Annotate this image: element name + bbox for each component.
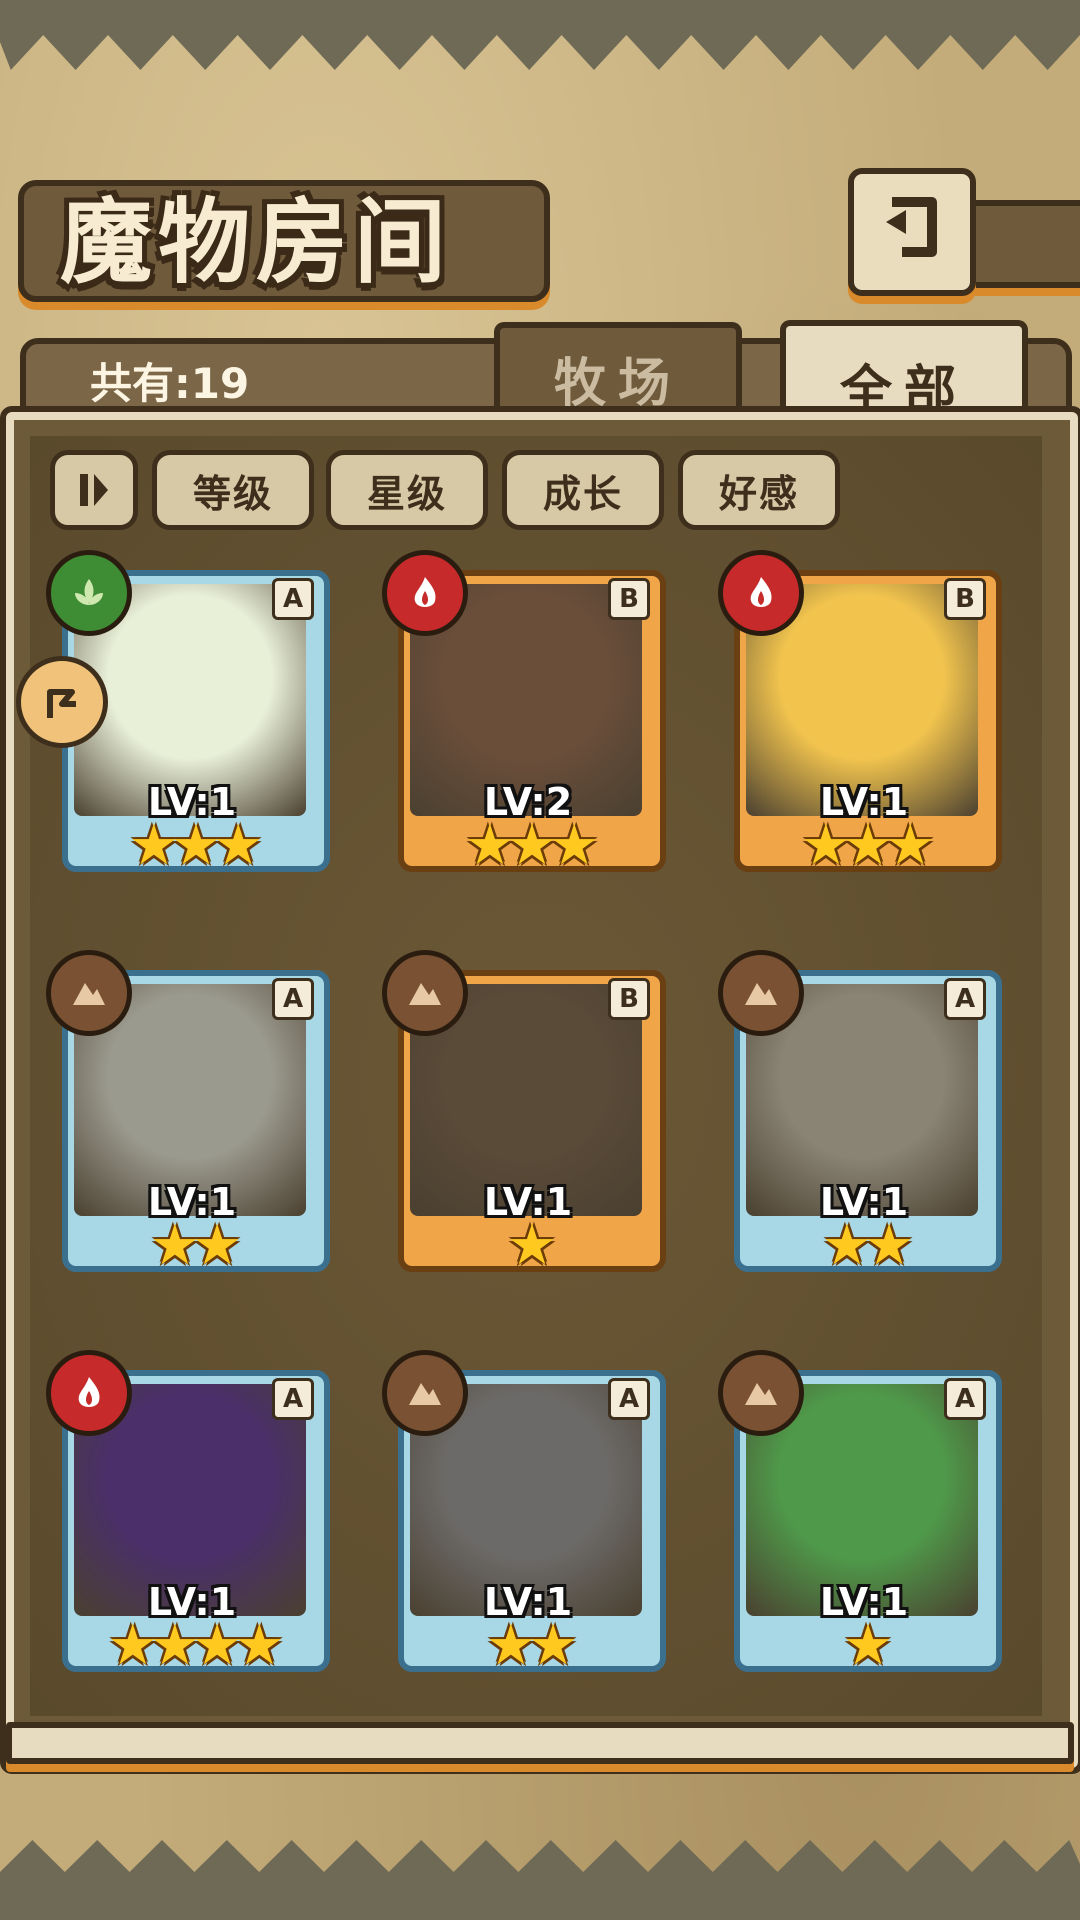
panel-bottom-rail bbox=[6, 1722, 1074, 1764]
filter-star-button[interactable]: 星级 bbox=[326, 450, 488, 530]
rank-badge: A bbox=[608, 1378, 650, 1420]
monster-card[interactable]: B LV:1 ★★★ bbox=[718, 550, 1004, 878]
earth-element-icon bbox=[718, 1350, 804, 1436]
rank-badge: A bbox=[944, 978, 986, 1020]
star-rating: ★ bbox=[506, 1213, 557, 1278]
monster-card[interactable]: B LV:1 ★ bbox=[382, 950, 668, 1278]
monster-card[interactable]: A LV:1 ★★ bbox=[382, 1350, 668, 1678]
filter-affection-button[interactable]: 好感 bbox=[678, 450, 840, 530]
back-button-rail bbox=[960, 200, 1080, 288]
star-rating: ★★★ bbox=[128, 813, 264, 878]
page-title: 魔物房间 bbox=[60, 188, 453, 296]
rank-badge: B bbox=[944, 578, 986, 620]
fire-element-icon bbox=[46, 1350, 132, 1436]
earth-element-icon bbox=[382, 1350, 468, 1436]
lock-arrow-icon bbox=[47, 689, 76, 718]
monster-card[interactable]: A LV:1 ★★★★ bbox=[46, 1350, 332, 1678]
rank-badge: B bbox=[608, 978, 650, 1020]
sort-toggle-button[interactable] bbox=[50, 450, 138, 530]
monster-card[interactable]: A LV:1 ★ bbox=[718, 1350, 1004, 1678]
rank-badge: B bbox=[608, 578, 650, 620]
filter-growth-button[interactable]: 成长 bbox=[502, 450, 664, 530]
back-button[interactable] bbox=[848, 168, 976, 296]
star-rating: ★★★ bbox=[800, 813, 936, 878]
back-arrow-icon bbox=[886, 197, 937, 257]
star-rating: ★★★ bbox=[464, 813, 600, 878]
earth-element-icon bbox=[382, 950, 468, 1036]
filter-level-button[interactable]: 等级 bbox=[152, 450, 314, 530]
rank-badge: A bbox=[272, 978, 314, 1020]
star-rating: ★★ bbox=[485, 1613, 578, 1678]
fire-element-icon bbox=[382, 550, 468, 636]
rank-badge: A bbox=[272, 578, 314, 620]
earth-element-icon bbox=[718, 950, 804, 1036]
earth-element-icon bbox=[46, 950, 132, 1036]
monster-count: 共有:19 bbox=[90, 359, 250, 408]
wood-element-icon bbox=[46, 550, 132, 636]
monster-card[interactable]: A LV:1 ★★ bbox=[718, 950, 1004, 1278]
fire-element-icon bbox=[718, 550, 804, 636]
lock-badge[interactable] bbox=[16, 656, 108, 748]
star-rating: ★★★★ bbox=[107, 1613, 285, 1678]
rank-badge: A bbox=[272, 1378, 314, 1420]
pause-sort-icon bbox=[80, 474, 108, 506]
rank-badge: A bbox=[944, 1378, 986, 1420]
star-rating: ★ bbox=[842, 1613, 893, 1678]
star-rating: ★★ bbox=[149, 1213, 242, 1278]
monster-card[interactable]: B LV:2 ★★★ bbox=[382, 550, 668, 878]
monster-card[interactable]: A LV:1 ★★ bbox=[46, 950, 332, 1278]
star-rating: ★★ bbox=[821, 1213, 914, 1278]
